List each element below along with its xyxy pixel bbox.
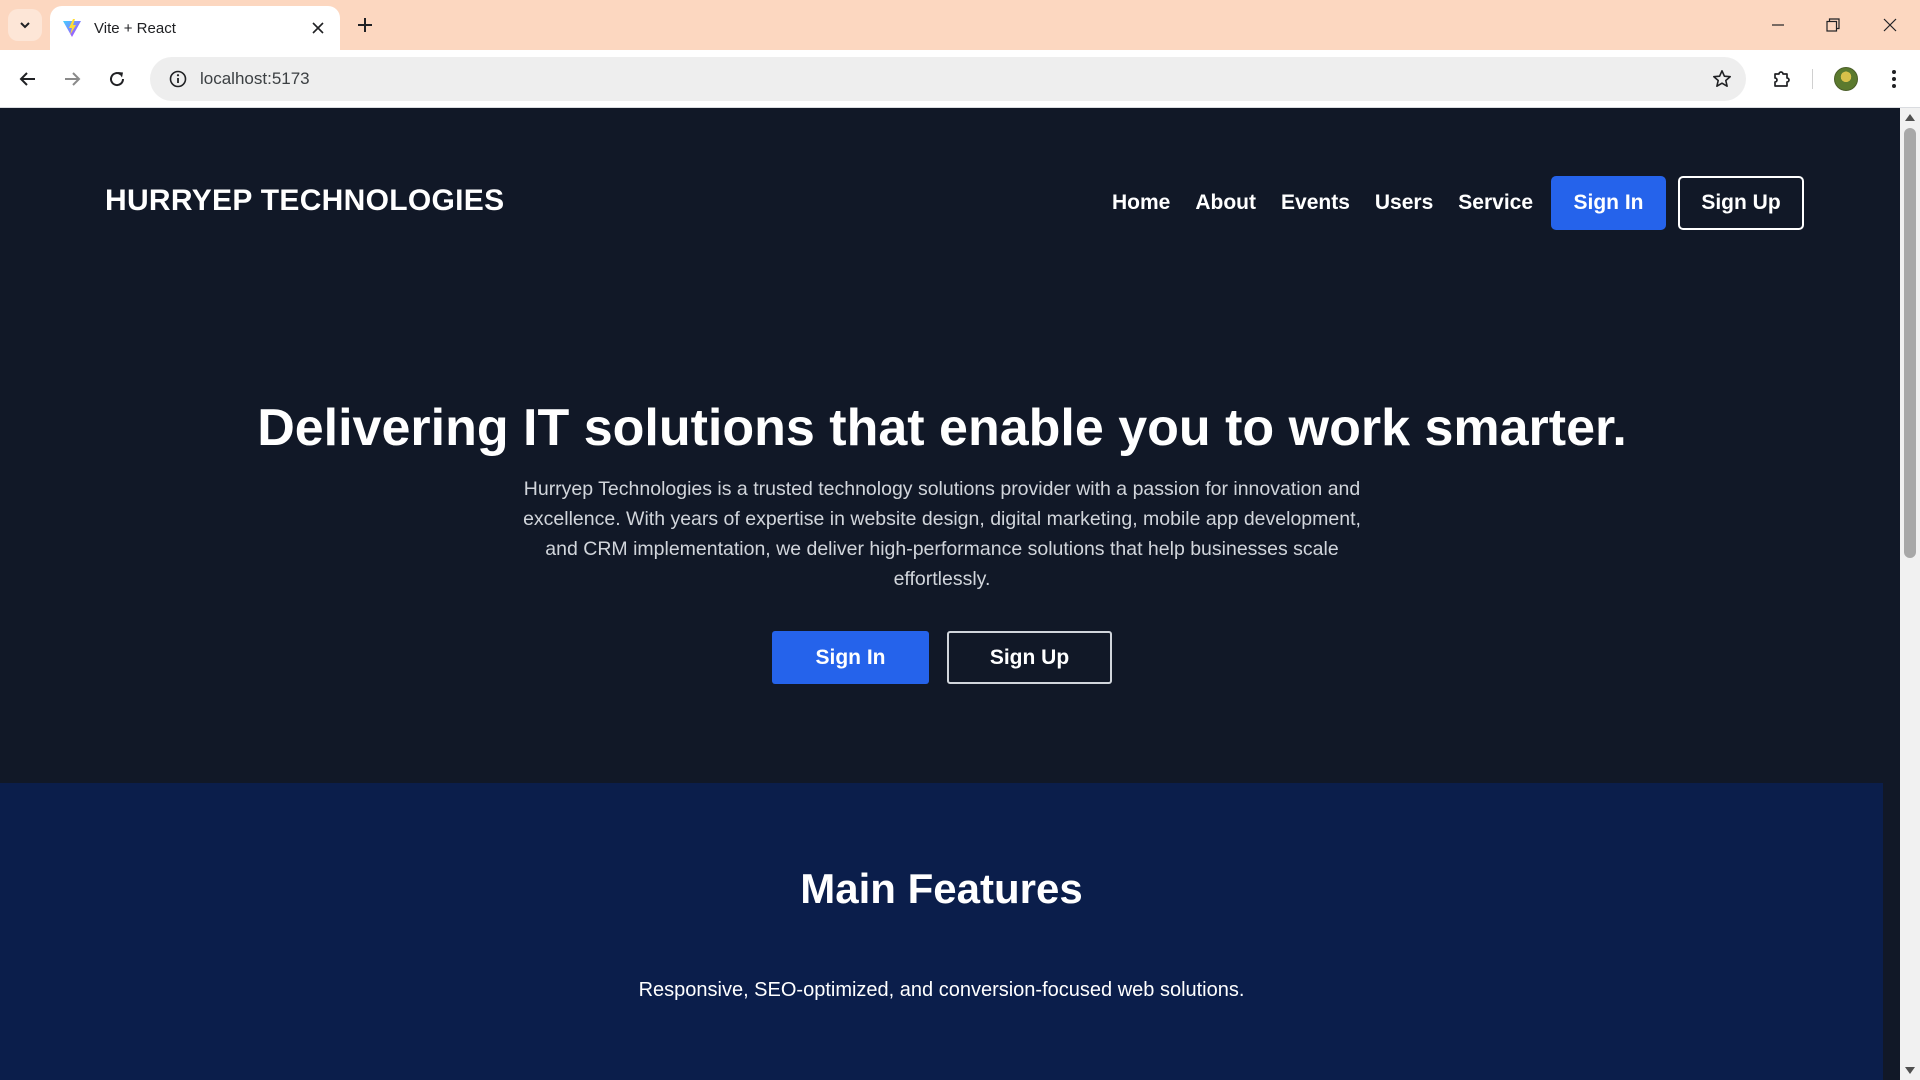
minimize-icon [1772, 24, 1784, 26]
hero-sign-in-button[interactable]: Sign In [772, 631, 929, 684]
page-scrollbar[interactable] [1900, 108, 1920, 1080]
hero-title: Delivering IT solutions that enable you … [257, 399, 1627, 457]
avatar [1834, 67, 1858, 91]
features-text: Responsive, SEO-optimized, and conversio… [638, 979, 1245, 1001]
header-sign-up-button[interactable]: Sign Up [1678, 176, 1805, 230]
scroll-down-arrow-icon[interactable] [1905, 1066, 1915, 1076]
site-logo[interactable]: HURRYEP TECHNOLOGIES [105, 184, 504, 218]
browser-tab[interactable]: Vite + React [50, 6, 340, 50]
forward-button[interactable] [56, 63, 88, 95]
bookmark-star-icon[interactable] [1710, 67, 1734, 91]
extensions-button[interactable] [1766, 63, 1798, 95]
main-nav: Home About Events Users Service Sign In … [1112, 176, 1805, 230]
puzzle-icon [1774, 71, 1790, 87]
chevron-down-icon [20, 22, 30, 29]
close-window-button[interactable] [1870, 10, 1910, 40]
nav-events[interactable]: Events [1281, 191, 1350, 215]
restore-button[interactable] [1813, 10, 1853, 40]
scroll-up-arrow-icon[interactable] [1905, 112, 1915, 122]
tab-search-button[interactable] [8, 9, 42, 41]
url-text[interactable]: localhost:5173 [200, 69, 310, 89]
arrow-left-icon [19, 72, 35, 86]
browser-toolbar: localhost:5173 [0, 50, 1920, 108]
more-vertical-icon [1892, 70, 1896, 88]
site-info-icon[interactable] [156, 57, 200, 101]
hero-sign-up-button[interactable]: Sign Up [947, 631, 1112, 684]
restore-icon [1826, 18, 1840, 32]
nav-about[interactable]: About [1195, 191, 1256, 215]
back-button[interactable] [12, 63, 44, 95]
page-viewport: HURRYEP TECHNOLOGIES Home About Events U… [0, 108, 1900, 1080]
close-tab-icon[interactable] [308, 18, 328, 38]
reload-button[interactable] [101, 63, 133, 95]
site-header: HURRYEP TECHNOLOGIES Home About Events U… [0, 108, 1900, 278]
address-bar[interactable]: localhost:5173 [150, 57, 1746, 101]
new-tab-button[interactable] [350, 10, 380, 40]
scrollbar-thumb[interactable] [1904, 128, 1916, 558]
header-sign-in-button[interactable]: Sign In [1551, 176, 1667, 230]
profile-button[interactable] [1830, 63, 1862, 95]
minimize-button[interactable] [1758, 10, 1798, 40]
hero-actions: Sign In Sign Up [772, 631, 1112, 684]
vite-logo-icon [63, 19, 81, 37]
nav-home[interactable]: Home [1112, 191, 1170, 215]
browser-tabstrip: Vite + React [0, 0, 1920, 50]
plus-icon [358, 18, 372, 32]
features-section: Main Features Responsive, SEO-optimized,… [0, 783, 1883, 1080]
arrow-right-icon [65, 72, 81, 86]
nav-users[interactable]: Users [1375, 191, 1433, 215]
browser-menu-button[interactable] [1878, 63, 1910, 95]
hero-description: Hurryep Technologies is a trusted techno… [523, 478, 1361, 590]
close-icon [1883, 18, 1897, 32]
tab-title: Vite + React [94, 19, 176, 37]
toolbar-divider [1812, 69, 1813, 89]
nav-service[interactable]: Service [1458, 191, 1533, 215]
features-title: Main Features [800, 865, 1083, 912]
reload-icon [110, 72, 125, 87]
